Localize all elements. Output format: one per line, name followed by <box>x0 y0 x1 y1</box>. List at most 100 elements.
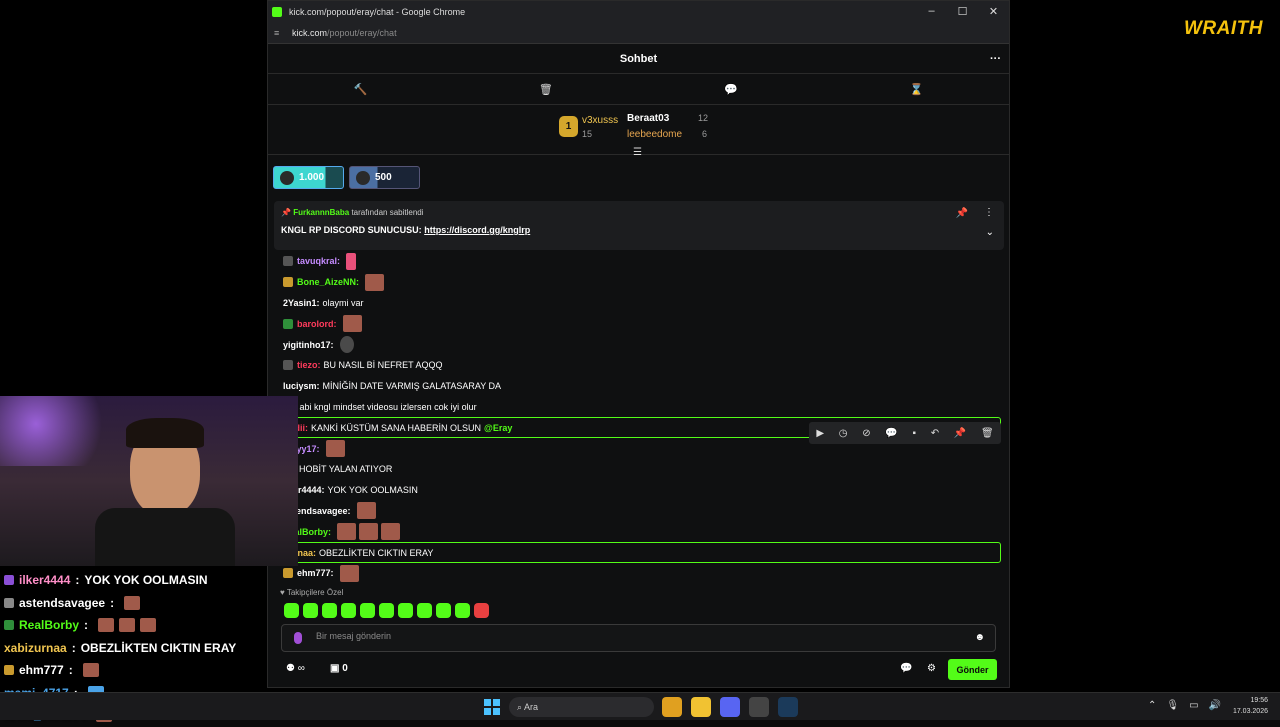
settings-gear-icon[interactable]: ⚙ <box>927 663 936 674</box>
chat-message[interactable]: 2Yasin1: olaymi var <box>281 293 1001 314</box>
overlay-message: ehm777: <box>4 659 236 682</box>
emote-icon <box>346 252 357 270</box>
emote-icon[interactable] <box>398 603 413 618</box>
chevron-down-icon[interactable]: ⌄ <box>986 227 994 238</box>
steam-icon[interactable] <box>778 697 798 717</box>
points-counter[interactable]: ⚉ ∞ <box>286 663 305 674</box>
emote-icon[interactable] <box>322 603 337 618</box>
chat-username[interactable]: yigitinho17: <box>283 340 334 350</box>
volume-icon[interactable]: 🔊 <box>1209 700 1221 711</box>
chat-message[interactable]: luciysm: MİNİĞİN DATE VARMIŞ GALATASARAY … <box>281 376 1001 397</box>
close-button[interactable]: ✕ <box>978 5 1009 18</box>
discord-icon[interactable] <box>720 697 740 717</box>
chrome-icon[interactable] <box>662 697 682 717</box>
emote-icon[interactable] <box>417 603 432 618</box>
emote-icon[interactable] <box>303 603 318 618</box>
chat-username[interactable]: tiezo: <box>297 360 321 370</box>
points-count: ∞ <box>297 663 305 674</box>
pinner-name[interactable]: FurkannnBaba <box>293 208 349 217</box>
badge-icon <box>283 318 293 329</box>
leader-first-name[interactable]: v3xusss <box>582 115 618 126</box>
overlay-username: xabizurnaa <box>4 640 67 655</box>
chat-message[interactable]: zurnaa: OBEZLİKTEN CIKTIN ERAY <box>281 542 1001 563</box>
chat-message[interactable]: tiezo: BU NASIL Bİ NEFRET AQQQ <box>281 355 1001 376</box>
emote-icon[interactable] <box>379 603 394 618</box>
reply-icon[interactable]: 💬 <box>885 428 897 439</box>
app-icon[interactable] <box>749 697 769 717</box>
chat-username[interactable]: Bone_AizeNN: <box>297 277 359 287</box>
emote-icon[interactable] <box>284 603 299 618</box>
url-host: kick.com <box>292 27 328 38</box>
unpin-icon[interactable]: 📌 <box>956 208 968 219</box>
chat-message[interactable]: yigitinho17: <box>281 334 1001 355</box>
chat-message[interactable]: hji:abi kngl mindset videosu izlersen co… <box>281 397 1001 418</box>
chat-username[interactable]: tavuqkral: <box>297 256 340 266</box>
trash-icon[interactable]: 🗑 <box>539 83 553 96</box>
window-title: kick.com/popout/eray/chat - Google Chrom… <box>289 6 466 17</box>
address-bar[interactable]: ≡ kick.com/popout/eray/chat <box>268 22 1009 44</box>
chat-more-button[interactable]: ··· <box>990 44 1001 74</box>
badge-icon <box>4 597 14 608</box>
emote-icon <box>381 523 401 541</box>
chat-bubble-icon[interactable]: 💬 <box>724 83 738 96</box>
emote-icon <box>82 663 99 678</box>
chat-username[interactable]: 2Yasin1: <box>283 298 320 308</box>
emote-icon[interactable] <box>341 603 356 618</box>
followers-only-text: Takipçilere Özel <box>286 588 344 597</box>
emote-icon[interactable] <box>455 603 470 618</box>
pin-message-icon[interactable]: 📌 <box>954 428 966 439</box>
chat-message[interactable]: Bone_AizeNN: <box>281 272 1001 293</box>
chat-message[interactable]: kk:HOBİT YALAN ATIYOR <box>281 459 1001 480</box>
hourglass-icon[interactable]: ⌛ <box>910 83 924 96</box>
chat-username[interactable]: ehm777: <box>297 568 334 578</box>
pinned-link[interactable]: https://discord.gg/knglrp <box>424 225 530 235</box>
chat-message[interactable]: ilker4444: YOK YOK OOLMASIN <box>281 480 1001 501</box>
gift-goal-1[interactable]: 1.000 <box>273 166 344 189</box>
maximize-button[interactable]: ☐ <box>947 5 978 18</box>
leader-second-name[interactable]: Beraat03 <box>627 113 669 124</box>
emote-icon[interactable] <box>360 603 375 618</box>
clock[interactable]: 19:56 17.03.2026 <box>1228 695 1268 717</box>
store-counter[interactable]: ▣ 0 <box>330 663 348 674</box>
chat-message[interactable]: astendsavagee: <box>281 501 1001 522</box>
message-input[interactable] <box>316 631 936 641</box>
mod-toolbar: 🔨 🗑 💬 ⌛ <box>268 74 1009 105</box>
chat-bubble-icon[interactable]: 💬 <box>900 663 912 674</box>
ban-icon[interactable]: ⊘ <box>862 428 870 439</box>
send-button[interactable]: Gönder <box>948 659 997 680</box>
site-info-icon[interactable]: ≡ <box>274 28 284 38</box>
delete-icon[interactable]: 🗑 <box>981 428 994 439</box>
minimize-button[interactable]: – <box>916 5 947 18</box>
folder-icon[interactable] <box>691 697 711 717</box>
ban-hammer-icon[interactable]: 🔨 <box>354 83 368 96</box>
chat-message[interactable]: ehm777: <box>281 563 1001 584</box>
overlay-message: astendsavagee: <box>4 592 236 615</box>
chat-message[interactable]: RealBorby: <box>281 521 1001 542</box>
start-button[interactable] <box>484 699 500 715</box>
sort-icon[interactable]: ☰ <box>633 147 642 158</box>
emoji-icon[interactable]: ☻ <box>974 632 985 643</box>
mic-icon[interactable] <box>294 632 302 644</box>
display-icon[interactable]: ▭ <box>1189 700 1198 711</box>
chat-mention[interactable]: @Eray <box>484 423 512 433</box>
chat-message[interactable]: tavuqkral: <box>281 251 1001 272</box>
copy-icon[interactable]: ▪ <box>912 428 916 439</box>
message-actions: ▶ ◷ ⊘ 💬 ▪ ↶ 📌 🗑 <box>809 422 1001 444</box>
tray-chevron-icon[interactable]: ⌃ <box>1148 700 1156 711</box>
chat-username[interactable]: barolord: <box>297 319 337 329</box>
browser-window: kick.com/popout/eray/chat - Google Chrom… <box>267 0 1010 688</box>
chat-username[interactable]: luciysm: <box>283 381 320 391</box>
leader-third-name[interactable]: leebeedome <box>627 129 682 140</box>
gift-goal-2[interactable]: 500 <box>349 166 420 189</box>
emote-icon[interactable] <box>474 603 489 618</box>
taskbar-search[interactable]: ⌕ Ara <box>509 697 654 717</box>
timeout-icon[interactable]: ◷ <box>839 428 848 439</box>
overlay-message: xabizurnaa: OBEZLİKTEN CIKTIN ERAY <box>4 637 236 660</box>
emote-icon[interactable] <box>436 603 451 618</box>
undo-icon[interactable]: ↶ <box>931 428 939 439</box>
chat-message[interactable]: barolord: <box>281 313 1001 334</box>
message-input-box: ☻ <box>281 624 996 652</box>
play-icon[interactable]: ▶ <box>816 428 824 439</box>
pinned-menu-icon[interactable]: ⋮ <box>984 207 994 218</box>
mic-tray-icon[interactable]: 🎙 <box>1166 700 1179 711</box>
